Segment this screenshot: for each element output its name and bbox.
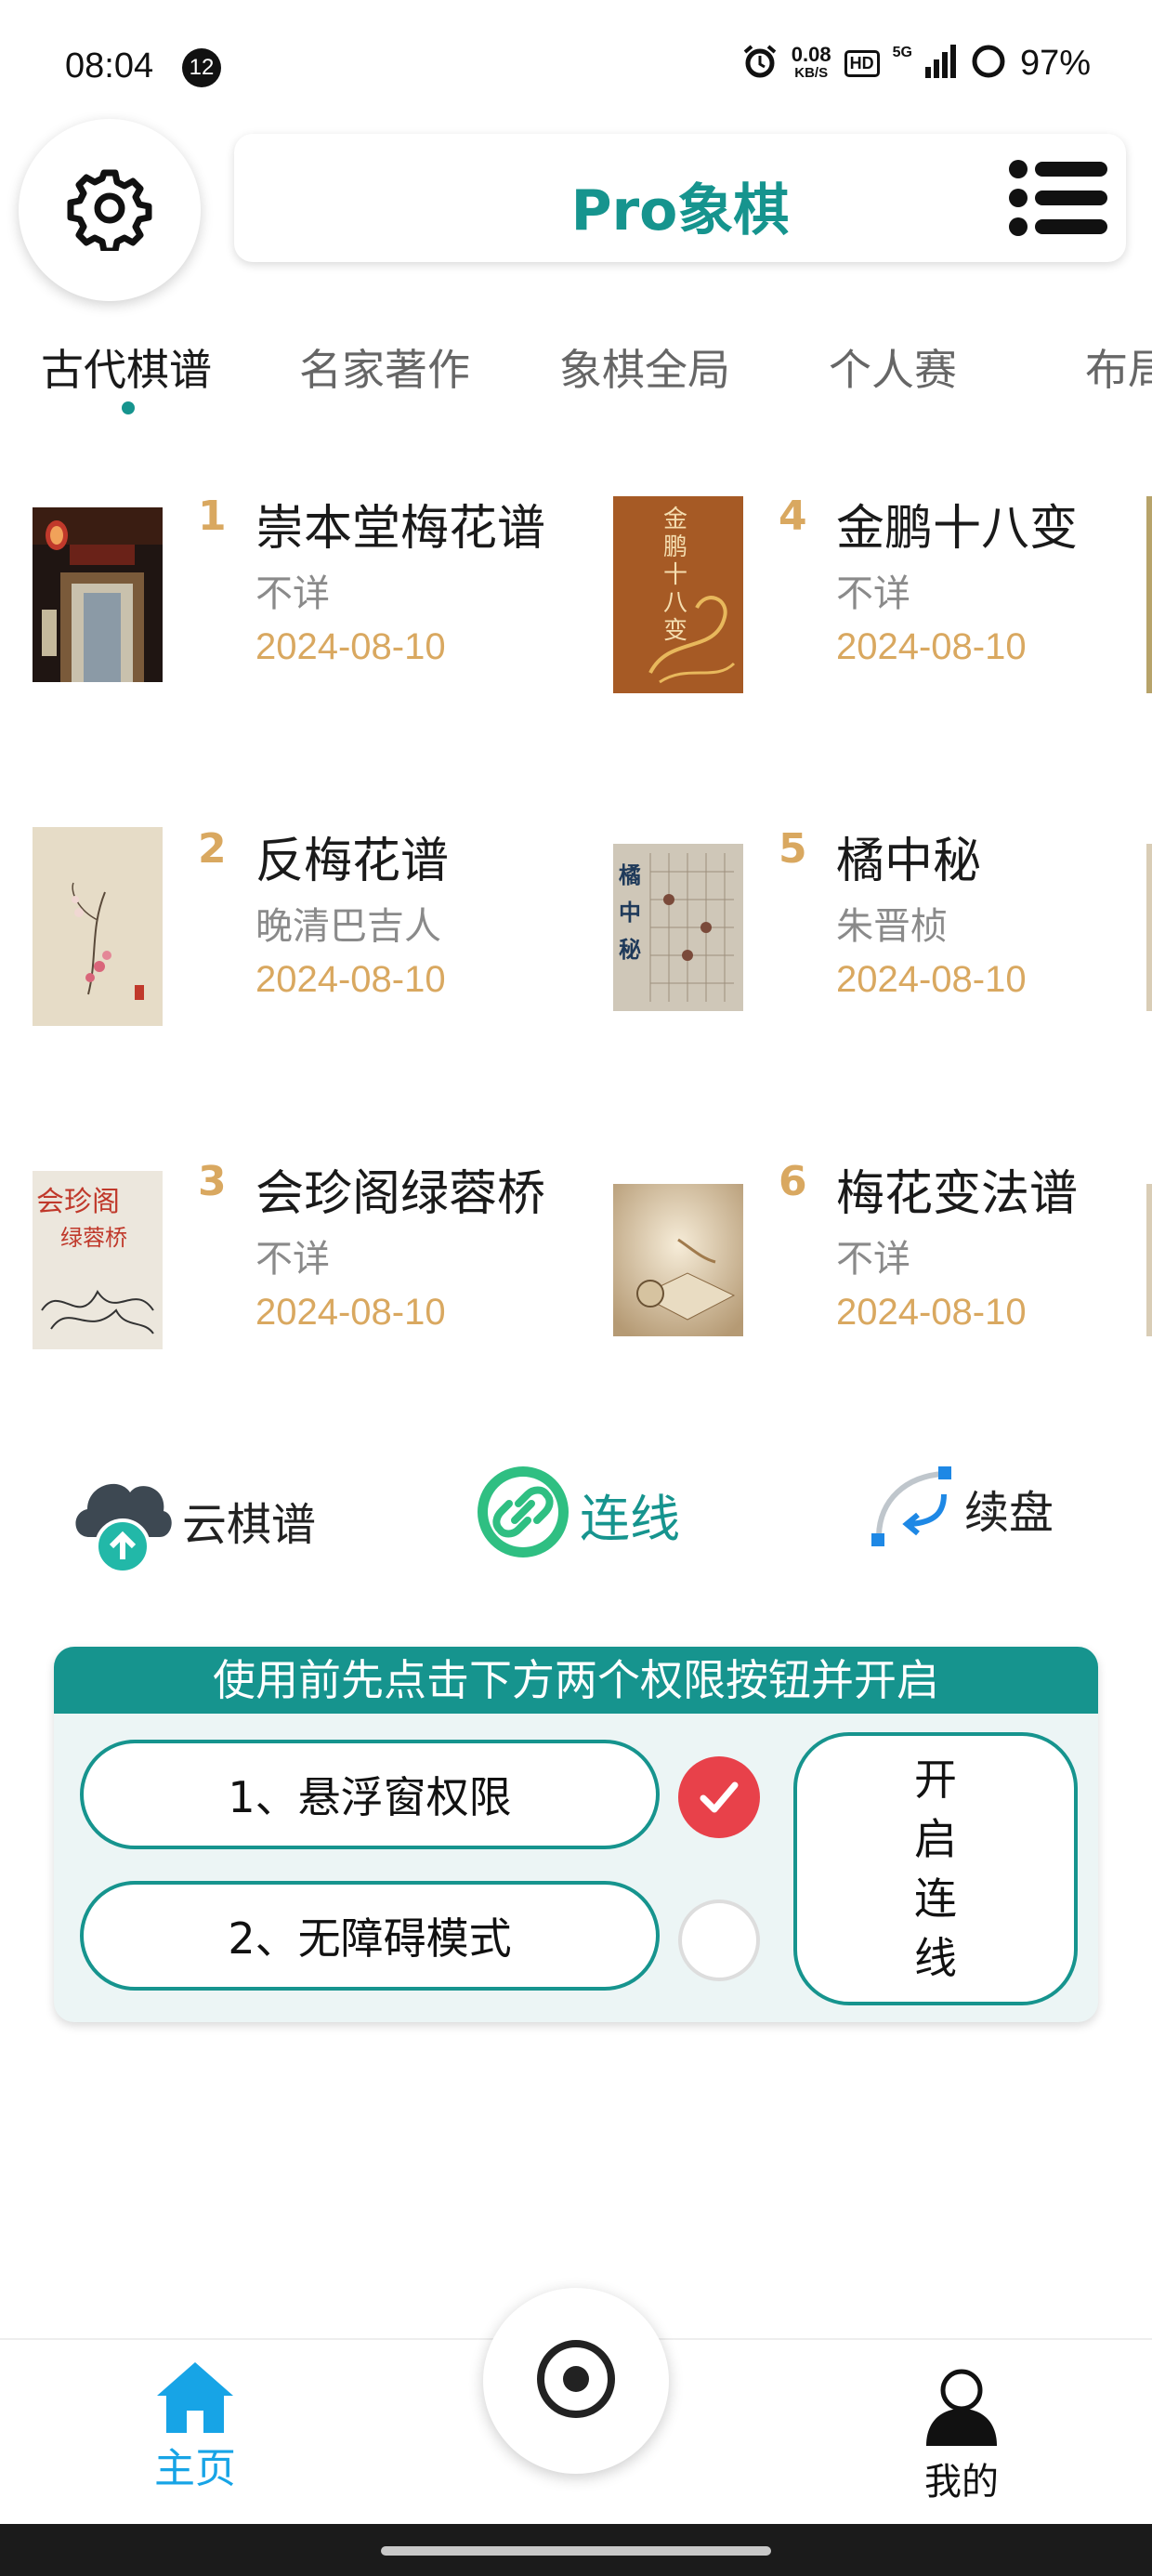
book-item[interactable]: 橘中秘 5 橘中秘 朱晋桢 2024-08-10: [613, 825, 1152, 1030]
tab-openings[interactable]: 布局: [1085, 336, 1152, 398]
cloud-records-label: 云棋谱: [182, 1499, 317, 1551]
permission-panel: 使用前先点击下方两个权限按钮并开启 1、悬浮窗权限 2、无障碍模式 开启连线: [54, 1647, 1098, 2022]
target-icon: [534, 2337, 618, 2425]
book-item[interactable]: 6 梅花变法谱 不详 2024-08-10: [613, 1158, 1152, 1362]
tab-ancient-records[interactable]: 古代棋谱: [41, 336, 212, 398]
book-title: 崇本堂梅花谱: [255, 501, 546, 557]
book-cover: [33, 827, 163, 1026]
link-icon: [474, 1463, 572, 1565]
hd-badge: HD: [844, 50, 880, 77]
book-cover: 会珍阁 绿蓉桥: [33, 1171, 163, 1349]
book-title: 会珍阁绿蓉桥: [255, 1166, 546, 1222]
book-cover: 金鹏十八变: [613, 496, 743, 693]
alarm-icon: [741, 43, 779, 85]
nav-me[interactable]: 我的: [906, 2368, 1017, 2505]
signal-icon: [924, 45, 957, 83]
resume-game-label: 续盘: [964, 1487, 1054, 1539]
book-item[interactable]: 金鹏十八变 4 金鹏十八变 不详 2024-08-10: [613, 493, 1152, 697]
accessibility-mode-button[interactable]: 2、无障碍模式: [80, 1881, 660, 1991]
book-cover: [613, 1184, 743, 1336]
tab-individual-match[interactable]: 个人赛: [829, 336, 957, 398]
user-icon: [923, 2369, 1001, 2451]
book-author: 不详: [836, 572, 910, 615]
connect-label: 连线: [580, 1489, 680, 1548]
resume-icon: [870, 1463, 957, 1554]
book-date: 2024-08-10: [836, 959, 1027, 1000]
start-connection-label: 开启连线: [914, 1755, 957, 1983]
active-tab-indicator: [122, 401, 135, 414]
accessibility-unchecked-icon: [678, 1899, 760, 1981]
book-author: 朱晋桢: [836, 905, 948, 948]
book-cover-partial: [1146, 1184, 1152, 1336]
gesture-handle[interactable]: [381, 2546, 771, 2556]
book-cover: [33, 507, 163, 682]
book-date: 2024-08-10: [255, 626, 446, 667]
nav-home[interactable]: 主页: [144, 2359, 246, 2494]
book-cover: 橘中秘: [613, 844, 743, 1011]
start-connection-button[interactable]: 开启连线: [793, 1732, 1078, 2005]
book-item[interactable]: 2 反梅花谱 晚清巴吉人 2024-08-10: [33, 825, 609, 1030]
center-record-button[interactable]: [483, 2288, 669, 2474]
book-author: 不详: [255, 572, 330, 615]
network-type: 5G: [892, 44, 912, 60]
battery-icon: [970, 43, 1007, 85]
book-author: 不详: [255, 1238, 330, 1281]
book-rank: 3: [198, 1158, 227, 1205]
cloud-records-button[interactable]: 云棋谱: [71, 1463, 316, 1578]
book-title: 反梅花谱: [255, 834, 450, 889]
book-rank: 5: [779, 825, 807, 873]
title-bar: Pro象棋: [234, 134, 1126, 262]
status-time: 08:04: [65, 46, 154, 85]
book-title: 金鹏十八变: [836, 501, 1079, 557]
book-rank: 2: [198, 825, 227, 873]
status-icons: 0.08 KB/S HD 5G 97%: [741, 43, 1091, 85]
book-rank: 1: [198, 493, 227, 540]
book-cover-partial: [1146, 844, 1152, 1011]
floating-window-checked-icon: [678, 1756, 760, 1838]
gesture-navigation-bar: [0, 2524, 1152, 2576]
tab-full-games[interactable]: 象棋全局: [559, 336, 730, 398]
permission-panel-header: 使用前先点击下方两个权限按钮并开启: [54, 1647, 1098, 1714]
book-date: 2024-08-10: [255, 959, 446, 1000]
book-item[interactable]: 会珍阁 绿蓉桥 3 会珍阁绿蓉桥 不详 2024-08-10: [33, 1158, 609, 1362]
book-author: 晚清巴吉人: [255, 905, 441, 948]
book-item[interactable]: 1 崇本堂梅花谱 不详 2024-08-10: [33, 493, 609, 697]
gear-icon: [67, 165, 152, 255]
book-cover-partial: [1146, 496, 1152, 693]
notification-count-badge: 12: [182, 48, 221, 87]
book-author: 不详: [836, 1238, 910, 1281]
book-title: 梅花变法谱: [836, 1166, 1079, 1222]
tab-master-works[interactable]: 名家著作: [299, 336, 470, 398]
book-date: 2024-08-10: [255, 1292, 446, 1333]
book-date: 2024-08-10: [836, 626, 1027, 667]
floating-window-permission-button[interactable]: 1、悬浮窗权限: [80, 1740, 660, 1849]
book-date: 2024-08-10: [836, 1292, 1027, 1333]
connect-button[interactable]: 连线: [474, 1463, 680, 1565]
cover-title-text: 橘中秘: [619, 861, 641, 963]
net-speed: 0.08 KB/S: [791, 42, 831, 81]
battery-level: 97%: [1019, 44, 1091, 83]
app-title: Pro象棋: [570, 178, 790, 243]
book-rank: 4: [779, 493, 807, 540]
book-title: 橘中秘: [836, 834, 982, 889]
nav-me-label: 我的: [924, 2461, 999, 2504]
resume-game-button[interactable]: 续盘: [870, 1463, 1054, 1554]
settings-button[interactable]: [19, 119, 201, 301]
nav-home-label: 主页: [154, 2445, 236, 2492]
menu-list-icon[interactable]: [1009, 160, 1107, 240]
cloud-upload-icon: [71, 1463, 175, 1578]
book-rank: 6: [779, 1158, 807, 1205]
